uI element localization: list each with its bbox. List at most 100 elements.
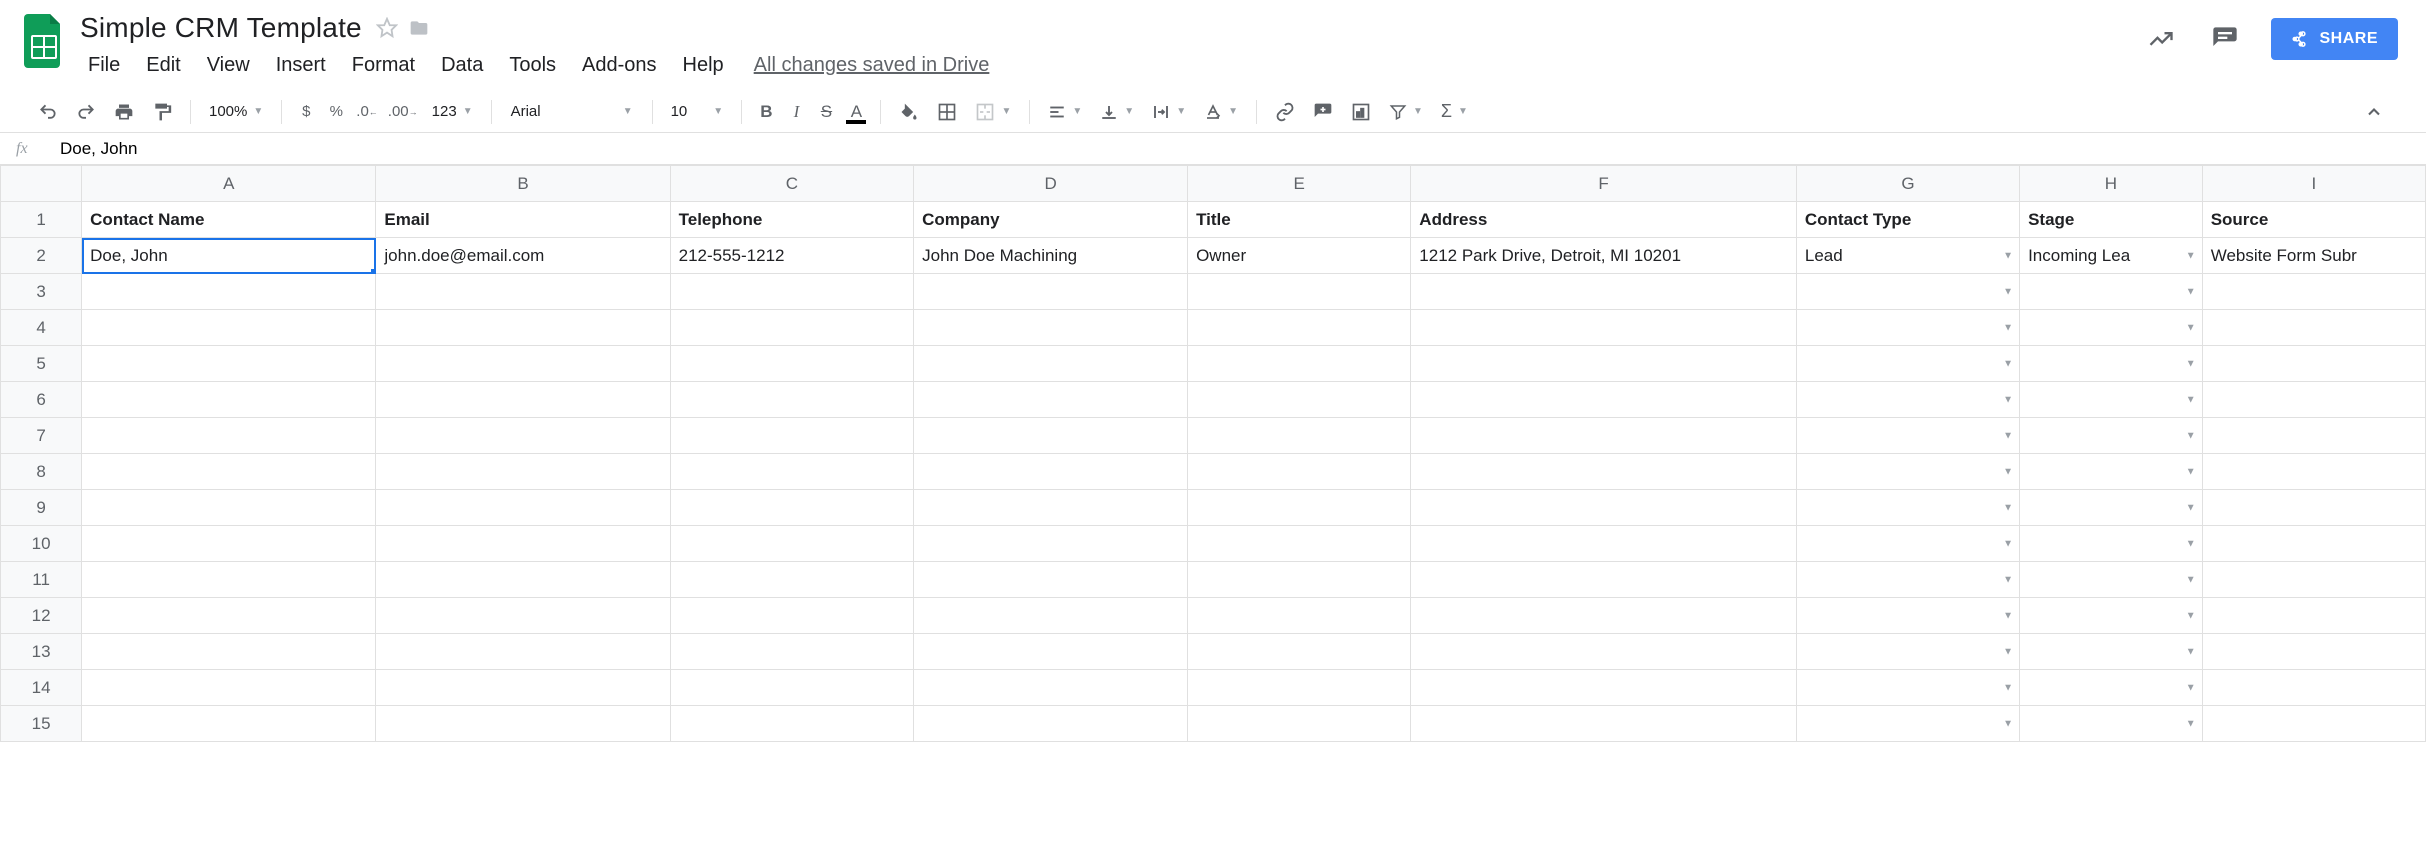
redo-button[interactable]: [68, 98, 104, 126]
column-header-C[interactable]: C: [670, 166, 914, 202]
column-header-G[interactable]: G: [1796, 166, 2019, 202]
cell-H15[interactable]: ▼: [2020, 706, 2203, 742]
cell-E5[interactable]: [1188, 346, 1411, 382]
cell-A13[interactable]: [82, 634, 376, 670]
cell-D6[interactable]: [914, 382, 1188, 418]
cell-D10[interactable]: [914, 526, 1188, 562]
cell-I5[interactable]: [2202, 346, 2425, 382]
decrease-decimal-button[interactable]: .0←: [352, 98, 382, 126]
dropdown-arrow-icon[interactable]: ▼: [2003, 322, 2013, 333]
dropdown-arrow-icon[interactable]: ▼: [2186, 322, 2196, 333]
insert-comment-button[interactable]: [1305, 98, 1341, 126]
cell-D9[interactable]: [914, 490, 1188, 526]
dropdown-arrow-icon[interactable]: ▼: [2003, 250, 2013, 261]
cell-B3[interactable]: [376, 274, 670, 310]
cell-D8[interactable]: [914, 454, 1188, 490]
cell-G8[interactable]: ▼: [1796, 454, 2019, 490]
functions-button[interactable]: Σ▼: [1433, 97, 1476, 126]
dropdown-arrow-icon[interactable]: ▼: [2003, 502, 2013, 513]
text-color-button[interactable]: A: [842, 98, 870, 126]
cell-F1[interactable]: Address: [1411, 202, 1797, 238]
cell-G10[interactable]: ▼: [1796, 526, 2019, 562]
cell-H4[interactable]: ▼: [2020, 310, 2203, 346]
cell-F14[interactable]: [1411, 670, 1797, 706]
cell-A3[interactable]: [82, 274, 376, 310]
cell-E11[interactable]: [1188, 562, 1411, 598]
cell-G13[interactable]: ▼: [1796, 634, 2019, 670]
spreadsheet-grid[interactable]: ABCDEFGHI1Contact NameEmailTelephoneComp…: [0, 165, 2426, 742]
dropdown-arrow-icon[interactable]: ▼: [2186, 538, 2196, 549]
dropdown-arrow-icon[interactable]: ▼: [2003, 646, 2013, 657]
cell-B13[interactable]: [376, 634, 670, 670]
cell-E3[interactable]: [1188, 274, 1411, 310]
sheets-app-icon[interactable]: [24, 14, 64, 68]
row-header[interactable]: 12: [1, 598, 82, 634]
print-button[interactable]: [106, 98, 142, 126]
cell-G15[interactable]: ▼: [1796, 706, 2019, 742]
comments-icon[interactable]: [2207, 21, 2243, 57]
cell-G7[interactable]: ▼: [1796, 418, 2019, 454]
dropdown-arrow-icon[interactable]: ▼: [2003, 358, 2013, 369]
cell-C4[interactable]: [670, 310, 914, 346]
cell-E8[interactable]: [1188, 454, 1411, 490]
insert-link-button[interactable]: [1267, 98, 1303, 126]
cell-A8[interactable]: [82, 454, 376, 490]
drive-save-status[interactable]: All changes saved in Drive: [754, 54, 990, 77]
row-header[interactable]: 6: [1, 382, 82, 418]
dropdown-arrow-icon[interactable]: ▼: [2186, 718, 2196, 729]
dropdown-arrow-icon[interactable]: ▼: [2186, 430, 2196, 441]
menu-insert[interactable]: Insert: [264, 50, 338, 81]
row-header[interactable]: 13: [1, 634, 82, 670]
text-wrap-button[interactable]: ▼: [1144, 99, 1194, 125]
row-header[interactable]: 15: [1, 706, 82, 742]
cell-C2[interactable]: 212-555-1212: [670, 238, 914, 274]
cell-D15[interactable]: [914, 706, 1188, 742]
dropdown-arrow-icon[interactable]: ▼: [2186, 394, 2196, 405]
cell-H7[interactable]: ▼: [2020, 418, 2203, 454]
cell-A4[interactable]: [82, 310, 376, 346]
row-header[interactable]: 4: [1, 310, 82, 346]
column-header-D[interactable]: D: [914, 166, 1188, 202]
menu-help[interactable]: Help: [671, 50, 736, 81]
cell-H3[interactable]: ▼: [2020, 274, 2203, 310]
cell-F6[interactable]: [1411, 382, 1797, 418]
cell-D14[interactable]: [914, 670, 1188, 706]
cell-D3[interactable]: [914, 274, 1188, 310]
cell-E10[interactable]: [1188, 526, 1411, 562]
fill-color-button[interactable]: [891, 98, 927, 126]
menu-edit[interactable]: Edit: [134, 50, 192, 81]
cell-H13[interactable]: ▼: [2020, 634, 2203, 670]
cell-G6[interactable]: ▼: [1796, 382, 2019, 418]
dropdown-arrow-icon[interactable]: ▼: [2186, 502, 2196, 513]
cell-E7[interactable]: [1188, 418, 1411, 454]
row-header[interactable]: 5: [1, 346, 82, 382]
row-header[interactable]: 10: [1, 526, 82, 562]
menu-tools[interactable]: Tools: [497, 50, 568, 81]
insert-chart-button[interactable]: [1343, 98, 1379, 126]
dropdown-arrow-icon[interactable]: ▼: [2003, 610, 2013, 621]
cell-B1[interactable]: Email: [376, 202, 670, 238]
cell-A6[interactable]: [82, 382, 376, 418]
dropdown-arrow-icon[interactable]: ▼: [2003, 574, 2013, 585]
dropdown-arrow-icon[interactable]: ▼: [2186, 358, 2196, 369]
cell-G9[interactable]: ▼: [1796, 490, 2019, 526]
cell-A1[interactable]: Contact Name: [82, 202, 376, 238]
cell-C11[interactable]: [670, 562, 914, 598]
column-header-B[interactable]: B: [376, 166, 670, 202]
menu-addons[interactable]: Add-ons: [570, 50, 669, 81]
cell-B5[interactable]: [376, 346, 670, 382]
italic-button[interactable]: I: [782, 98, 810, 126]
dropdown-arrow-icon[interactable]: ▼: [2003, 394, 2013, 405]
cell-F12[interactable]: [1411, 598, 1797, 634]
move-to-folder-icon[interactable]: [408, 18, 430, 38]
dropdown-arrow-icon[interactable]: ▼: [2186, 646, 2196, 657]
dropdown-arrow-icon[interactable]: ▼: [2003, 718, 2013, 729]
cell-I8[interactable]: [2202, 454, 2425, 490]
cell-C9[interactable]: [670, 490, 914, 526]
row-header[interactable]: 9: [1, 490, 82, 526]
cell-C1[interactable]: Telephone: [670, 202, 914, 238]
cell-G14[interactable]: ▼: [1796, 670, 2019, 706]
row-header[interactable]: 14: [1, 670, 82, 706]
cell-H12[interactable]: ▼: [2020, 598, 2203, 634]
cell-A5[interactable]: [82, 346, 376, 382]
